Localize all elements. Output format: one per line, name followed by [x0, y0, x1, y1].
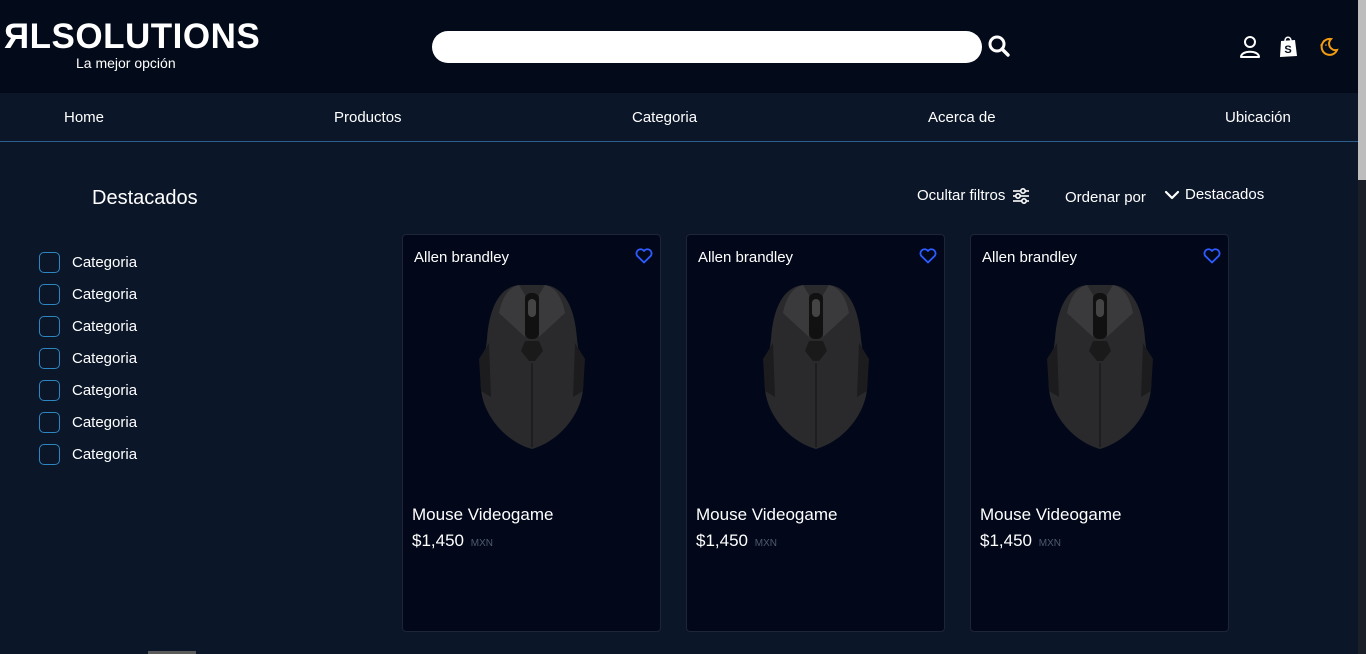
favorite-button[interactable] — [634, 248, 654, 266]
product-price: $1,450 MXN — [412, 531, 493, 551]
nav-acerca-de[interactable]: Acerca de — [928, 109, 996, 126]
price-amount: $1,450 — [980, 531, 1032, 550]
svg-text:S: S — [1284, 44, 1291, 56]
product-card[interactable]: Allen brandley Mouse Videogame $1,450 MX… — [402, 234, 661, 632]
price-amount: $1,450 — [412, 531, 464, 550]
sidebar-title: Destacados — [92, 187, 198, 209]
category-checkbox[interactable] — [39, 443, 60, 465]
category-filter-item[interactable]: Categoria — [39, 246, 137, 278]
price-currency: MXN — [1038, 538, 1061, 549]
price-currency: MXN — [754, 538, 777, 549]
price-currency: MXN — [470, 538, 493, 549]
moon-icon — [1320, 37, 1339, 56]
product-name: Mouse Videogame — [696, 505, 838, 524]
chevron-down-icon — [1164, 190, 1180, 199]
category-filter-item[interactable]: Categoria — [39, 374, 137, 406]
sort-value: Destacados — [1185, 186, 1265, 203]
category-checkbox[interactable] — [39, 315, 60, 337]
product-card[interactable]: Allen brandley Mouse Videogame $1,450 MX… — [686, 234, 945, 632]
category-filter-item[interactable]: Categoria — [39, 278, 137, 310]
sort-dropdown[interactable]: Destacados — [1164, 186, 1264, 203]
product-name: Mouse Videogame — [412, 505, 554, 524]
shopping-bag-icon: S — [1280, 36, 1297, 57]
product-brand: Allen brandley — [698, 249, 794, 266]
category-checkbox[interactable] — [39, 283, 60, 305]
hide-filters-label: Ocultar filtros — [917, 187, 1006, 204]
nav-categoria[interactable]: Categoria — [632, 109, 697, 126]
theme-toggle-button[interactable] — [1317, 35, 1339, 59]
logo[interactable]: ЯLSOLUTIONS La mejor opción — [4, 17, 264, 71]
category-label: Categoria — [72, 413, 138, 431]
category-label: Categoria — [72, 317, 138, 335]
category-checkbox[interactable] — [39, 347, 60, 369]
category-label: Categoria — [72, 285, 138, 303]
nav-home[interactable]: Home — [64, 109, 104, 126]
category-filter-item[interactable]: Categoria — [39, 406, 137, 438]
user-icon — [1240, 36, 1260, 58]
category-filter-item[interactable]: Categoria — [39, 342, 137, 374]
product-brand: Allen brandley — [982, 249, 1078, 266]
category-checkbox[interactable] — [39, 251, 60, 273]
category-filter-item[interactable]: Categoria — [39, 438, 137, 470]
nav-ubicacion[interactable]: Ubicación — [1225, 109, 1291, 126]
category-label: Categoria — [72, 349, 138, 367]
heart-icon — [1203, 248, 1221, 264]
heart-icon — [919, 248, 937, 264]
site-header: ЯLSOLUTIONS La mejor opción S — [0, 0, 1358, 93]
main-nav: Home Productos Categoria Acerca de Ubica… — [0, 93, 1358, 142]
category-label: Categoria — [72, 445, 138, 463]
logo-subtitle: La mejor opción — [76, 55, 176, 71]
heart-icon — [635, 248, 653, 264]
price-amount: $1,450 — [696, 531, 748, 550]
hide-filters-button[interactable]: Ocultar filtros — [917, 187, 1030, 204]
product-price: $1,450 MXN — [696, 531, 777, 551]
sort-label: Ordenar por — [1065, 189, 1146, 206]
search-button[interactable] — [987, 34, 1011, 58]
search-input[interactable] — [432, 31, 982, 63]
favorite-button[interactable] — [918, 248, 938, 266]
product-image — [1047, 285, 1153, 449]
category-filter-item[interactable]: Categoria — [39, 310, 137, 342]
category-filter-list: Categoria Categoria Categoria Categoria … — [39, 246, 137, 470]
product-image — [479, 285, 585, 449]
product-price: $1,450 MXN — [980, 531, 1061, 551]
sliders-icon — [1013, 187, 1030, 204]
category-checkbox[interactable] — [39, 379, 60, 401]
category-label: Categoria — [72, 381, 138, 399]
product-brand: Allen brandley — [414, 249, 510, 266]
nav-productos[interactable]: Productos — [334, 109, 402, 126]
product-image — [763, 285, 869, 449]
search-icon — [988, 35, 1010, 57]
category-label: Categoria — [72, 253, 138, 271]
product-name: Mouse Videogame — [980, 505, 1122, 524]
scrollbar-thumb[interactable] — [1358, 0, 1366, 180]
user-account-button[interactable] — [1239, 35, 1261, 59]
vertical-scrollbar[interactable] — [1358, 0, 1366, 654]
cart-button[interactable]: S — [1278, 35, 1300, 59]
favorite-button[interactable] — [1202, 248, 1222, 266]
logo-title: ЯLSOLUTIONS — [4, 17, 261, 56]
category-checkbox[interactable] — [39, 411, 60, 433]
product-card[interactable]: Allen brandley Mouse Videogame $1,450 MX… — [970, 234, 1229, 632]
